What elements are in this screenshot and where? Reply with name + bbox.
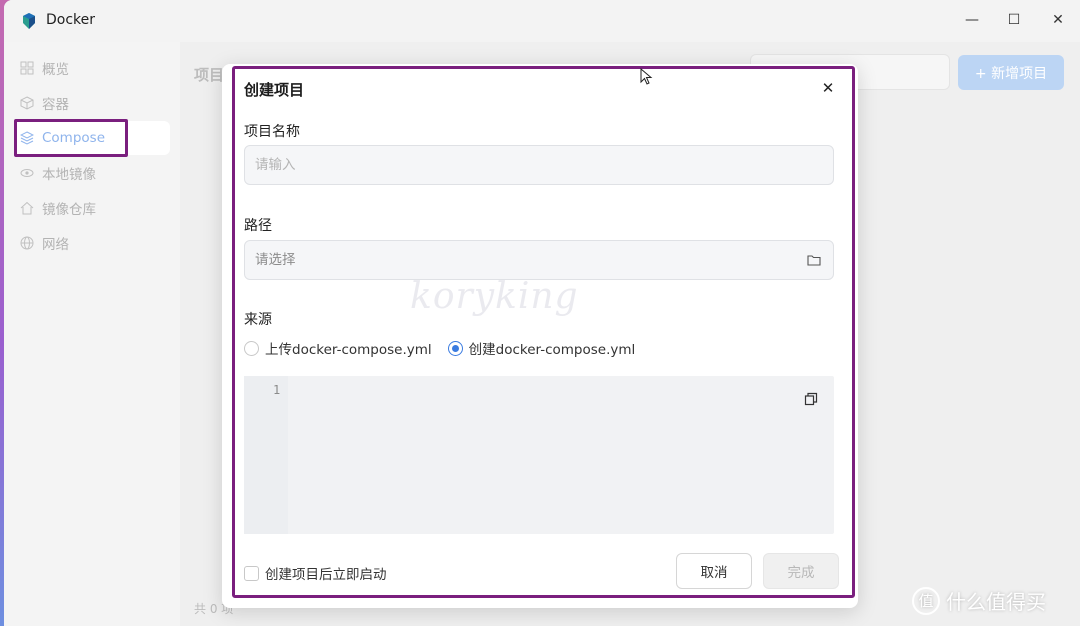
path-placeholder: 请选择 (255, 252, 296, 268)
grid-icon (20, 61, 34, 75)
radio-label: 上传docker-compose.yml (265, 342, 432, 358)
house-icon (20, 201, 34, 215)
source-radio-group: 上传docker-compose.yml 创建docker-compose.ym… (244, 338, 635, 358)
sidebar-item-label: 镜像仓库 (42, 202, 96, 218)
sidebar-item-local-images[interactable]: 本地镜像 (14, 156, 170, 190)
folder-icon[interactable] (807, 253, 821, 267)
title-bar: Docker — ☐ ✕ (4, 0, 1080, 42)
radio-label: 创建docker-compose.yml (468, 342, 636, 358)
watermark-badge: 值 (912, 586, 940, 615)
line-number: 1 (273, 383, 281, 397)
autostart-option[interactable]: 创建项目后立即启动 (244, 563, 387, 583)
radio-circle-selected[interactable] (447, 340, 463, 356)
dialog-title: 创建项目 (244, 81, 305, 99)
path-label: 路径 (244, 218, 272, 234)
window-title: Docker (46, 12, 96, 28)
sidebar-item-label: 概览 (42, 62, 69, 78)
project-name-input[interactable]: 请输入 (244, 145, 834, 185)
path-select[interactable]: 请选择 (244, 240, 834, 280)
autostart-label: 创建项目后立即启动 (265, 567, 387, 583)
globe-icon (20, 236, 34, 250)
sidebar-item-network[interactable]: 网络 (14, 226, 170, 260)
line-gutter (244, 376, 288, 534)
close-icon[interactable]: ✕ (820, 80, 836, 96)
copy-icon[interactable] (804, 392, 818, 406)
cube-icon (20, 96, 34, 110)
radio-upload-compose[interactable]: 上传docker-compose.yml (244, 338, 432, 358)
sidebar-item-label: 容器 (42, 97, 69, 113)
watermark-text: 什么值得买 (946, 590, 1046, 614)
autostart-checkbox[interactable] (244, 565, 259, 581)
close-window-button[interactable]: ✕ (1048, 10, 1068, 30)
create-project-dialog: 创建项目 ✕ 项目名称 请输入 路径 请选择 来源 上传docker-compo… (222, 64, 858, 608)
sidebar-item-overview[interactable]: 概览 (14, 51, 170, 85)
sidebar-item-containers[interactable]: 容器 (14, 86, 170, 120)
page-title: 项目 (194, 66, 225, 84)
eye-icon (20, 169, 34, 177)
corner-watermark: 值 什么值得买 (912, 586, 1046, 615)
sidebar: 概览 容器 Compose 本地镜像 镜像仓库 网络 (4, 42, 180, 626)
done-button[interactable]: 完成 (763, 553, 839, 589)
maximize-button[interactable]: ☐ (1004, 10, 1024, 30)
source-label: 来源 (244, 312, 272, 328)
project-name-label: 项目名称 (244, 124, 300, 140)
cancel-button[interactable]: 取消 (676, 553, 752, 589)
sidebar-item-registry[interactable]: 镜像仓库 (14, 191, 170, 225)
compose-highlight-frame (14, 119, 128, 157)
sidebar-item-label: 本地镜像 (42, 167, 96, 183)
center-watermark: koryking (410, 276, 579, 317)
mouse-cursor-icon (640, 68, 653, 85)
compose-editor[interactable]: 1 (244, 376, 834, 534)
minimize-button[interactable]: — (962, 10, 982, 30)
add-project-button[interactable]: + 新增项目 (958, 55, 1064, 90)
radio-circle[interactable] (244, 340, 259, 356)
radio-create-compose[interactable]: 创建docker-compose.yml (447, 338, 636, 358)
sidebar-item-label: 网络 (42, 237, 69, 253)
docker-logo-icon (23, 13, 35, 29)
